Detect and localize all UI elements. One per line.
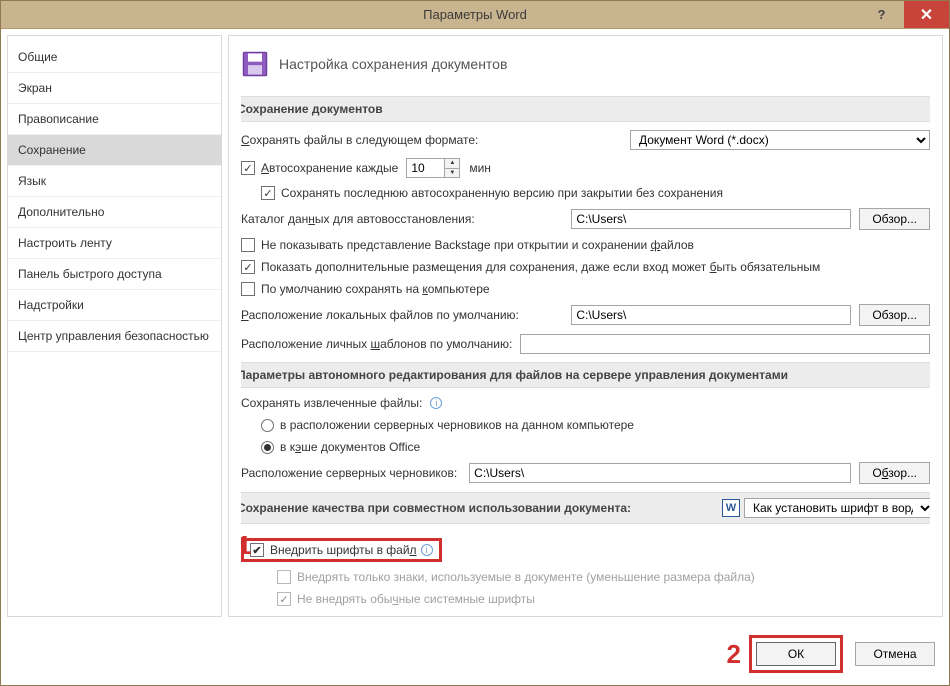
server-drafts-label: Расположение серверных черновиков: xyxy=(241,466,457,480)
autosave-unit: мин xyxy=(469,161,491,175)
save-extracted-label: Сохранять извлеченные файлы: xyxy=(241,396,422,410)
callout-1: 1 xyxy=(241,530,251,561)
fidelity-doc-select[interactable]: Как установить шрифт в ворд xyxy=(744,498,930,518)
section-offline-editing: Параметры автономного редактирования для… xyxy=(241,362,930,388)
ok-button-highlight: ОК xyxy=(749,635,843,673)
info-icon[interactable]: i xyxy=(421,544,433,556)
embed-only-used-checkbox: Внедрять только знаки, используемые в до… xyxy=(277,570,755,584)
local-files-input[interactable] xyxy=(571,305,851,325)
server-drafts-browse-button[interactable]: Обзор... xyxy=(859,462,930,484)
sidebar-item-trust-center[interactable]: Центр управления безопасностью xyxy=(8,321,221,352)
embed-fonts-highlight: ✔ Внедрить шрифты в файл i xyxy=(241,538,442,562)
word-options-dialog: Параметры Word ? ✕ Общие Экран Правописа… xyxy=(0,0,950,686)
titlebar: Параметры Word ? ✕ xyxy=(1,1,949,29)
word-doc-icon: W xyxy=(722,499,740,517)
embed-fonts-checkbox[interactable]: ✔ Внедрить шрифты в файл xyxy=(250,543,417,557)
save-format-label: Сохранять файлы в следующем формате: xyxy=(241,133,478,147)
sidebar-item-general[interactable]: Общие xyxy=(8,42,221,73)
ok-button[interactable]: ОК xyxy=(756,642,836,666)
save-format-select[interactable]: Документ Word (*.docx) xyxy=(630,130,930,150)
autosave-interval-spinner[interactable]: ▲▼ xyxy=(406,158,461,178)
main-panel: Настройка сохранения документов Сохранен… xyxy=(228,35,943,617)
save-floppy-icon xyxy=(241,50,269,78)
personal-templates-input[interactable] xyxy=(520,334,930,354)
show-additional-locations-checkbox[interactable]: ✓ Показать дополнительные размещения для… xyxy=(241,260,820,274)
sidebar-item-proofing[interactable]: Правописание xyxy=(8,104,221,135)
sidebar-item-quick-access[interactable]: Панель быстрого доступа xyxy=(8,259,221,290)
no-system-fonts-checkbox: ✓ Не внедрять обычные системные шрифты xyxy=(277,592,535,606)
autorecover-location-input[interactable] xyxy=(571,209,851,229)
save-to-pc-checkbox[interactable]: По умолчанию сохранять на компьютере xyxy=(241,282,490,296)
section-preserve-fidelity-label: Сохранение качества при совместном испол… xyxy=(241,501,631,515)
autorecover-location-label: Каталог данных для автовосстановления: xyxy=(241,212,475,226)
dialog-footer: 2 ОК Отмена xyxy=(1,623,949,685)
autosave-checkbox[interactable]: ✓ Автосохранение каждые xyxy=(241,161,398,175)
sidebar-item-display[interactable]: Экран xyxy=(8,73,221,104)
page-heading: Настройка сохранения документов xyxy=(279,56,507,72)
close-button[interactable]: ✕ xyxy=(904,1,949,28)
section-preserve-fidelity: Сохранение качества при совместном испол… xyxy=(241,492,930,524)
callout-2: 2 xyxy=(727,639,741,670)
sidebar-item-ribbon[interactable]: Настроить ленту xyxy=(8,228,221,259)
server-drafts-input[interactable] xyxy=(469,463,851,483)
office-doc-cache-radio[interactable]: в кэше документов Office xyxy=(261,440,420,454)
window-title: Параметры Word xyxy=(423,7,527,22)
info-icon[interactable]: i xyxy=(430,397,442,409)
personal-templates-label: Расположение личных шаблонов по умолчани… xyxy=(241,337,512,351)
sidebar-item-language[interactable]: Язык xyxy=(8,166,221,197)
sidebar-item-save[interactable]: Сохранение xyxy=(8,135,221,166)
no-backstage-checkbox[interactable]: Не показывать представление Backstage пр… xyxy=(241,238,694,252)
section-save-documents: Сохранение документов xyxy=(241,96,930,122)
sidebar-item-advanced[interactable]: Дополнительно xyxy=(8,197,221,228)
local-files-browse-button[interactable]: Обзор... xyxy=(859,304,930,326)
cancel-button[interactable]: Отмена xyxy=(855,642,935,666)
local-files-label: Расположение локальных файлов по умолчан… xyxy=(241,308,519,322)
sidebar-item-addins[interactable]: Надстройки xyxy=(8,290,221,321)
server-drafts-location-radio[interactable]: в расположении серверных черновиков на д… xyxy=(261,418,634,432)
help-button[interactable]: ? xyxy=(859,1,904,28)
category-sidebar: Общие Экран Правописание Сохранение Язык… xyxy=(7,35,222,617)
autorecover-browse-button[interactable]: Обзор... xyxy=(859,208,930,230)
window-controls: ? ✕ xyxy=(859,1,949,28)
keep-last-autosaved-checkbox[interactable]: ✓ Сохранять последнюю автосохраненную ве… xyxy=(261,186,723,200)
